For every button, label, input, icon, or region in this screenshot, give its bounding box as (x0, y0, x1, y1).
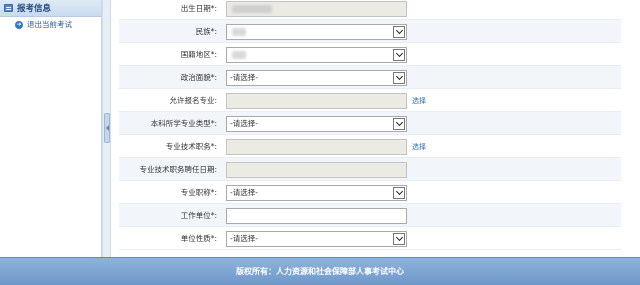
collapse-sidebar-handle[interactable] (104, 113, 110, 143)
application-form: 出生日期*: 民族*: 国籍地区*: 政治面貌*: -请选择- 允许报名专业: … (119, 0, 639, 257)
form-row-appointment-date: 专业技术职务聘任日期: (119, 158, 621, 181)
form-row-employer: 工作单位*: (119, 204, 621, 227)
form-row-nationality: 国籍地区*: (119, 43, 621, 66)
select-value: -请选择- (230, 73, 258, 82)
employer-input[interactable] (226, 207, 407, 224)
redacted-value (232, 27, 246, 36)
sidebar-title: 报考信息 (17, 4, 52, 14)
technical-position-field (226, 138, 407, 155)
list-icon (4, 4, 13, 12)
undergrad-major-type-select[interactable]: -请选择- (226, 115, 407, 132)
form-row-allowed-major: 允许报名专业: 选择 (119, 89, 621, 112)
form-row-technical-position: 专业技术职务*: 选择 (119, 135, 621, 158)
political-status-select[interactable]: -请选择- (226, 69, 407, 86)
form-row-undergrad-major-type: 本科所学专业类型*: -请选择- (119, 112, 621, 135)
sidebar-item-label: 退出当前考试 (27, 20, 72, 29)
birth-date-label: 出生日期*: (180, 4, 217, 13)
employer-type-label: 单位性质*: (180, 234, 217, 243)
footer: 版权所有：人力资源和社会保障部人事考试中心 (0, 257, 640, 285)
sidebar-item-exit-exam[interactable]: ➜ 退出当前考试 (0, 17, 101, 32)
ethnicity-select[interactable] (226, 23, 407, 40)
chevron-down-icon[interactable] (393, 71, 405, 84)
form-row-ethnicity: 民族*: (119, 20, 621, 43)
professional-title-label: 专业职称*: (180, 188, 217, 197)
chevron-down-icon[interactable] (393, 232, 405, 245)
professional-title-select[interactable]: -请选择- (226, 184, 407, 201)
chevron-down-icon[interactable] (393, 117, 405, 130)
chevron-down-icon[interactable] (393, 48, 405, 61)
nationality-label: 国籍地区*: (180, 50, 217, 59)
arrow-right-circle-icon: ➜ (15, 20, 23, 29)
form-row-birth-date: 出生日期*: (119, 0, 621, 20)
sidebar-header: 报考信息 (0, 0, 101, 17)
form-row-employer-type: 单位性质*: -请选择- (119, 227, 621, 250)
redacted-value (232, 50, 246, 59)
appointment-date-field (226, 161, 407, 178)
select-value: -请选择- (230, 234, 258, 243)
nationality-select[interactable] (226, 46, 407, 63)
ethnicity-label: 民族*: (195, 27, 217, 36)
political-status-label: 政治面貌*: (180, 73, 217, 82)
select-value: -请选择- (230, 188, 258, 197)
choose-allowed-major-link[interactable]: 选择 (412, 96, 426, 106)
sidebar: 报考信息 ➜ 退出当前考试 (0, 0, 102, 257)
form-row-professional-title: 专业职称*: -请选择- (119, 181, 621, 204)
select-value: -请选择- (230, 119, 258, 128)
employer-type-select[interactable]: -请选择- (226, 230, 407, 247)
chevron-down-icon[interactable] (393, 25, 405, 38)
sidebar-splitter[interactable] (102, 0, 111, 257)
technical-position-label: 专业技术职务*: (165, 142, 217, 151)
birth-date-field (226, 0, 407, 17)
allowed-major-field (226, 92, 407, 109)
undergrad-major-type-label: 本科所学专业类型*: (150, 119, 217, 128)
allowed-major-label: 允许报名专业: (169, 96, 217, 105)
choose-technical-position-link[interactable]: 选择 (412, 142, 426, 152)
employer-label: 工作单位*: (180, 211, 217, 220)
chevron-down-icon[interactable] (393, 186, 405, 199)
form-row-political-status: 政治面貌*: -请选择- (119, 66, 621, 89)
appointment-date-label: 专业技术职务聘任日期: (139, 165, 217, 174)
copyright-text: 版权所有：人力资源和社会保障部人事考试中心 (236, 267, 404, 276)
redacted-value (232, 4, 272, 13)
